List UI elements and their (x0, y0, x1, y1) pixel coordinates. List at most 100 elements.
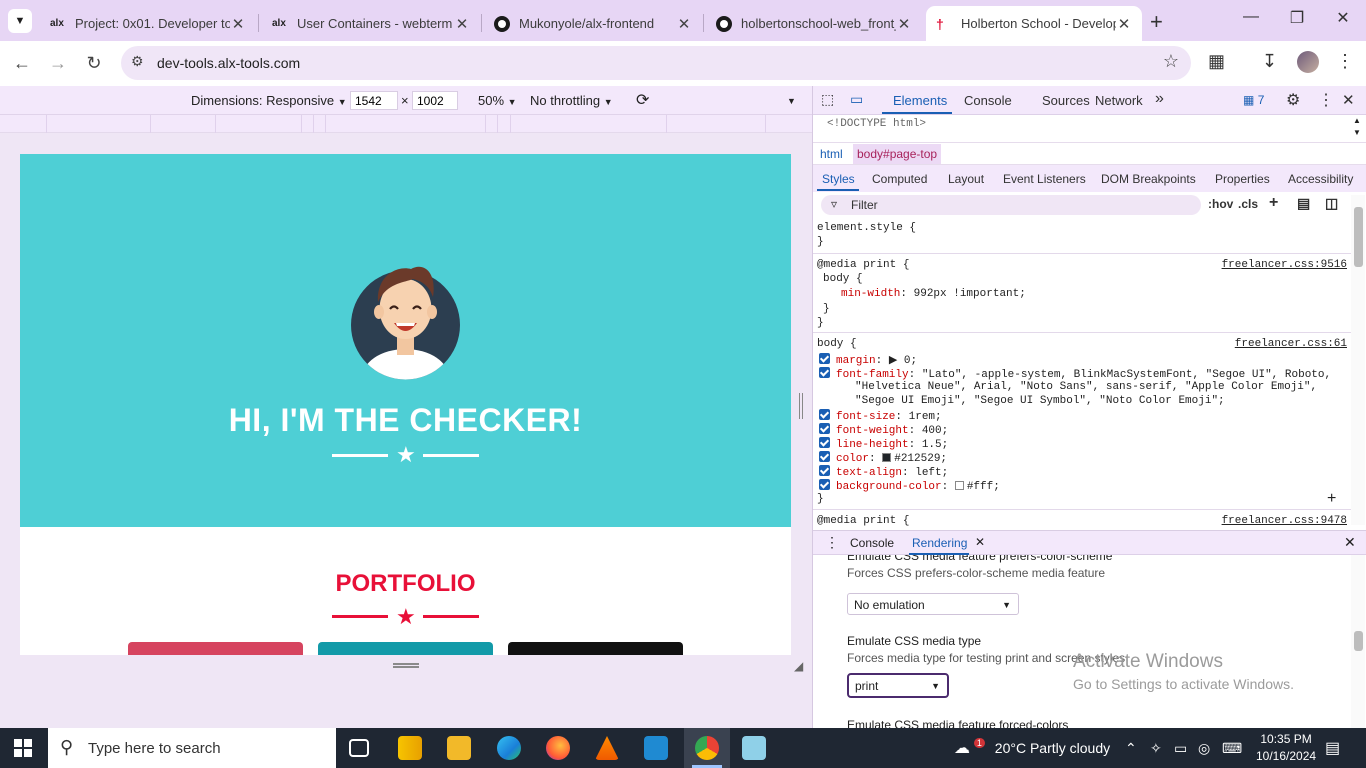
checkbox[interactable] (819, 451, 830, 462)
declaration-text-align[interactable]: text-align: left; (819, 465, 948, 479)
meet-icon[interactable]: ◎ (1198, 740, 1210, 757)
more-tabs-icon[interactable]: » (1155, 90, 1164, 108)
tab-network[interactable]: Network (1095, 93, 1143, 108)
subtab-properties[interactable]: Properties (1215, 172, 1270, 186)
clock[interactable]: 10:35 PM 10/16/2024 (1256, 731, 1316, 765)
window-close-icon[interactable]: ✕ (1328, 8, 1358, 28)
forward-button[interactable]: → (44, 49, 72, 77)
new-style-rule-icon[interactable]: + (1269, 194, 1278, 212)
checkbox[interactable] (819, 479, 830, 490)
tab-user-containers[interactable]: alx User Containers - webterm | ✕ (262, 6, 480, 41)
tab-holberton-school[interactable]: † Holberton School - Develop ✕ (926, 6, 1142, 41)
body-selector[interactable]: body { (823, 273, 863, 285)
minimize-icon[interactable]: — (1236, 8, 1266, 26)
styles-filter-input[interactable]: ▿ Filter (821, 195, 1201, 215)
subtab-event-listeners[interactable]: Event Listeners (1003, 172, 1086, 186)
vscode-icon[interactable] (644, 736, 668, 760)
drawer-tab-console[interactable]: Console (850, 536, 894, 550)
subtab-accessibility[interactable]: Accessibility (1288, 172, 1353, 186)
close-devtools-icon[interactable]: ✕ (1342, 91, 1355, 109)
subtab-styles[interactable]: Styles (822, 172, 855, 186)
media-type-select[interactable]: print ▼ (847, 673, 949, 698)
checkbox[interactable] (819, 367, 830, 378)
tray-overflow-icon[interactable]: ⌃ (1125, 740, 1137, 757)
task-view-icon[interactable] (349, 739, 369, 757)
extensions-icon[interactable]: ▦ (1208, 51, 1225, 72)
download-icon[interactable]: ↧ (1262, 51, 1277, 72)
color-format-icon[interactable]: ▤ (1297, 195, 1310, 212)
address-bar[interactable]: ⚙ dev-tools.alx-tools.com ☆ (121, 46, 1191, 80)
dom-tree-snippet[interactable]: <!DOCTYPE html> (827, 118, 926, 130)
chrome-taskbar-item[interactable] (684, 728, 730, 768)
tab-sources[interactable]: Sources (1042, 93, 1090, 108)
tab-elements[interactable]: Elements (893, 93, 947, 108)
subtab-dom-breakpoints[interactable]: DOM Breakpoints (1101, 172, 1196, 186)
close-icon[interactable]: ✕ (896, 15, 912, 33)
declaration-font-weight[interactable]: font-weight: 400; (819, 423, 948, 437)
vlc-icon[interactable] (595, 736, 619, 760)
taskbar-search-box[interactable]: ⚲ Type here to search (48, 728, 336, 768)
kebab-menu-icon[interactable]: ⋮ (1336, 51, 1354, 72)
subtab-computed[interactable]: Computed (872, 172, 927, 186)
declaration-margin[interactable]: margin: ▶ 0; (819, 353, 917, 367)
checkbox[interactable] (819, 465, 830, 476)
breadcrumb-html[interactable]: html (816, 147, 847, 161)
drawer-menu-icon[interactable]: ⋮ (825, 534, 839, 551)
url-text[interactable]: dev-tools.alx-tools.com (157, 55, 300, 71)
right-resize-handle[interactable] (799, 393, 803, 419)
source-link-61[interactable]: freelancer.css:61 (1235, 338, 1347, 350)
throttling-select[interactable]: No throttling ▼ (530, 93, 613, 108)
checkbox[interactable] (819, 409, 830, 420)
battery-icon[interactable]: ▭ (1174, 740, 1187, 757)
inspect-element-icon[interactable]: ⬚ (821, 91, 834, 108)
source-link-9516[interactable]: freelancer.css:9516 (1222, 259, 1347, 271)
dom-scroll-down-icon[interactable]: ▼ (1353, 128, 1361, 137)
body-selector[interactable]: body { (817, 338, 857, 350)
declaration-font-family[interactable]: font-family: "Lato", -apple-system, Blin… (819, 367, 1331, 381)
weather-widget[interactable]: ☁ 1 20°C Partly cloudy (954, 738, 1110, 758)
declaration-font-size[interactable]: font-size: 1rem; (819, 409, 942, 423)
styles-scrollbar[interactable] (1351, 195, 1365, 525)
corner-resize-handle[interactable]: ◢ (794, 659, 803, 673)
profile-avatar[interactable] (1297, 51, 1319, 73)
bottom-resize-handle[interactable] (393, 663, 419, 668)
bookmark-star-icon[interactable]: ☆ (1163, 51, 1179, 72)
new-tab-button[interactable]: + (1150, 9, 1163, 35)
zoom-select[interactable]: 50% ▼ (478, 93, 517, 108)
color-swatch[interactable] (882, 453, 892, 462)
close-icon[interactable]: ✕ (230, 15, 246, 33)
declaration-background-color[interactable]: background-color: #fff; (819, 479, 1000, 493)
viewport-width-input[interactable] (350, 91, 398, 110)
portfolio-card[interactable] (508, 642, 683, 655)
device-toggle-icon[interactable]: ▭ (850, 91, 863, 108)
issues-badge[interactable]: ▦ 7 (1243, 93, 1264, 107)
file-explorer-icon[interactable] (447, 736, 471, 760)
restore-icon[interactable]: ❐ (1282, 8, 1312, 28)
tab-alx-frontend[interactable]: Mukonyole/alx-frontend ✕ (484, 6, 702, 41)
notes-app-icon[interactable] (742, 736, 766, 760)
network-icon[interactable]: ✧ (1150, 740, 1162, 757)
element-style-selector[interactable]: element.style { (817, 222, 916, 234)
rendering-scrollbar[interactable] (1351, 555, 1365, 729)
cls-toggle[interactable]: .cls (1238, 197, 1258, 211)
edge-icon[interactable] (497, 736, 521, 760)
checkbox[interactable] (819, 423, 830, 434)
source-link-9478[interactable]: freelancer.css:9478 (1222, 515, 1347, 527)
prefers-color-scheme-select[interactable]: No emulation ▼ (847, 593, 1019, 615)
subtab-layout[interactable]: Layout (948, 172, 984, 186)
color-swatch[interactable] (954, 481, 964, 490)
close-drawer-icon[interactable]: ✕ (1344, 534, 1356, 551)
keyboard-icon[interactable]: ⌨ (1222, 740, 1242, 757)
tab-search-button[interactable]: ▼ (8, 9, 32, 33)
tab-project[interactable]: alx Project: 0x01. Developer too ✕ (40, 6, 256, 41)
reload-button[interactable]: ↻ (80, 49, 108, 77)
close-icon[interactable]: ✕ (454, 15, 470, 33)
charts-app-icon[interactable] (398, 736, 422, 760)
settings-gear-icon[interactable]: ⚙ (1286, 90, 1300, 110)
device-options-icon[interactable]: ▼ (787, 96, 796, 106)
sidebar-toggle-icon[interactable]: ◫ (1325, 195, 1338, 212)
viewport-height-input[interactable] (412, 91, 458, 110)
start-button[interactable] (14, 739, 32, 757)
close-icon[interactable]: ✕ (1116, 15, 1132, 33)
rotate-icon[interactable]: ⟳ (636, 90, 649, 110)
